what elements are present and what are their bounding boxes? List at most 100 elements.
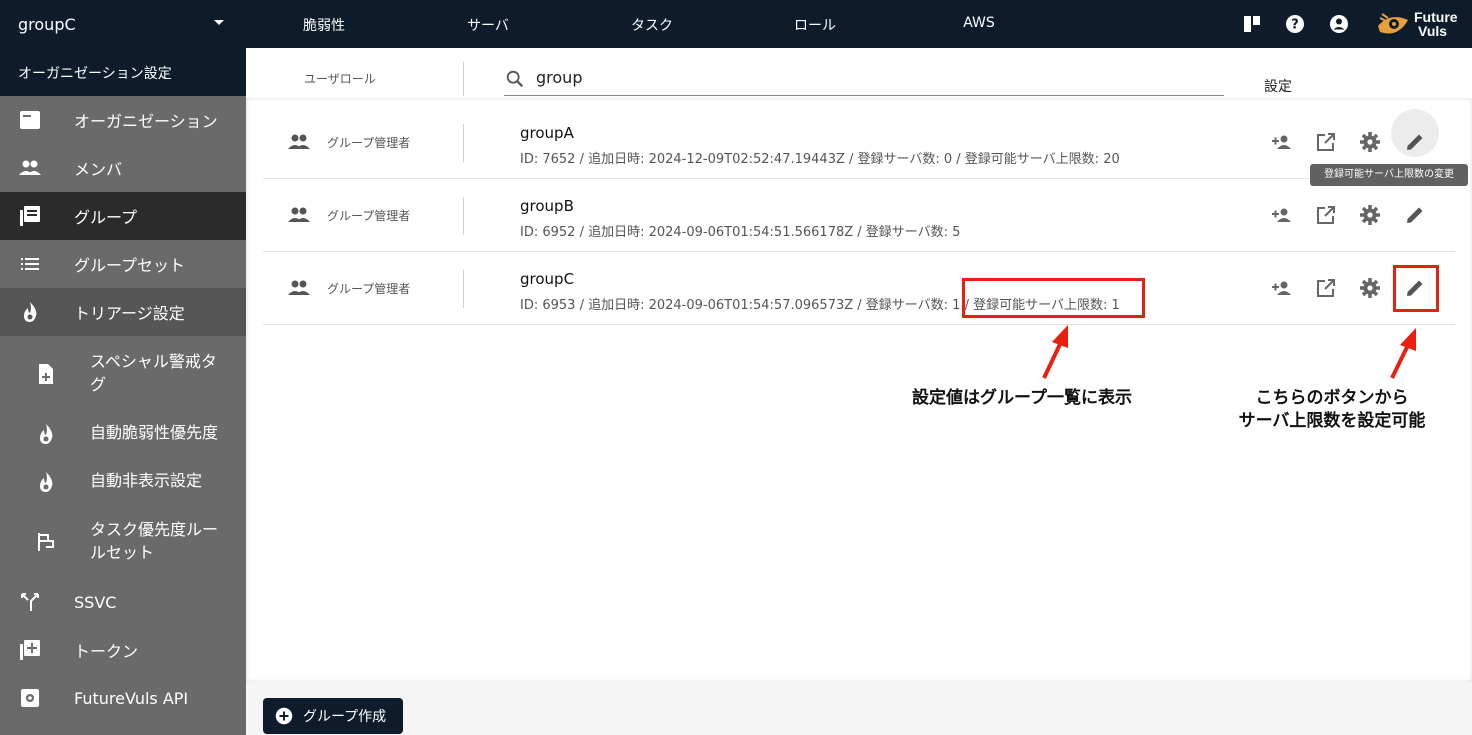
people-icon [19, 160, 41, 175]
nav-roles[interactable]: ロール [755, 15, 875, 35]
search-icon [506, 70, 524, 88]
svg-text:?: ? [1291, 18, 1299, 33]
add-circle-icon [275, 707, 293, 725]
sidebar-subitem-label: スペシャル警戒タグ [90, 352, 217, 394]
flame-icon [24, 302, 37, 322]
table-row: グループ管理者 groupB ID: 6952 / 追加日時: 2024-09-… [263, 179, 1455, 252]
open-in-new-icon[interactable] [1314, 276, 1338, 300]
nav-tasks[interactable]: タスク [592, 15, 712, 35]
sidebar-item-label: SSVC [74, 592, 117, 612]
open-in-new-icon[interactable] [1314, 130, 1338, 154]
group-meta: ID: 6952 / 追加日時: 2024-09-06T01:54:51.566… [520, 225, 961, 240]
logo-text-2: Vuls [1418, 23, 1448, 39]
sidebar-subitem-task-priority-rules[interactable]: タスク優先度ルールセット [0, 518, 246, 568]
sidebar-item-group-sets[interactable]: グループセット [0, 240, 246, 288]
column-user-role: ユーザロール [304, 72, 376, 86]
add-person-icon[interactable] [1270, 276, 1294, 300]
user-role-label: グループ管理者 [327, 209, 411, 223]
sidebar-header: オーガニゼーション設定 [0, 48, 246, 96]
bottom-bar [246, 682, 1472, 735]
search-input[interactable] [536, 68, 1136, 87]
pencil-icon[interactable] [1403, 203, 1427, 227]
add-box-icon [20, 640, 40, 660]
table-row: グループ管理者 groupC ID: 6953 / 追加日時: 2024-09-… [263, 252, 1455, 325]
board-icon[interactable] [1240, 12, 1264, 36]
divider [463, 270, 464, 308]
group-name[interactable]: groupB [520, 197, 574, 215]
sidebar-subitem-label: 自動非表示設定 [90, 471, 203, 490]
user-role-label: グループ管理者 [327, 282, 411, 296]
annotation-right-line2: サーバ上限数を設定可能 [1238, 411, 1426, 431]
people-icon [288, 280, 310, 295]
divider [463, 197, 464, 235]
flame-icon [40, 472, 53, 492]
sidebar: オーガニゼーション設定 オーガニゼーション メンバ グループ グループセット ト… [0, 48, 246, 735]
add-person-icon[interactable] [1270, 130, 1294, 154]
sidebar-item-ssvc[interactable]: SSVC [0, 578, 246, 626]
sidebar-item-label: トークン [74, 642, 139, 661]
list-icon [21, 258, 39, 270]
column-header: ユーザロール 設定 [246, 48, 1472, 98]
sidebar-subitem-auto-priority[interactable]: 自動脆弱性優先度 [0, 420, 246, 450]
sidebar-item-label: オーガニゼーション [74, 112, 218, 131]
account-icon[interactable] [1327, 12, 1351, 36]
sidebar-subitem-auto-hide[interactable]: 自動非表示設定 [0, 468, 246, 498]
divider [463, 124, 464, 162]
nav-servers[interactable]: サーバ [428, 15, 548, 35]
group-name[interactable]: groupA [520, 124, 574, 142]
sidebar-item-groups[interactable]: グループ [0, 192, 246, 240]
sidebar-item-label: トリアージ設定 [74, 304, 185, 323]
people-icon [288, 134, 310, 149]
sidebar-item-members[interactable]: メンバ [0, 144, 246, 192]
flag-tree-icon [38, 533, 54, 551]
sidebar-subitem-label: タスク優先度ルールセット [90, 520, 219, 562]
gear-icon[interactable] [1358, 130, 1382, 154]
people-icon [288, 207, 310, 222]
sidebar-item-organization[interactable]: オーガニゼーション [0, 96, 246, 144]
annotation-right: こちらのボタンから サーバ上限数を設定可能 [1218, 387, 1446, 433]
sidebar-subitem-label: 自動脆弱性優先度 [90, 423, 219, 442]
eye-logo-icon [1378, 13, 1408, 34]
add-person-icon[interactable] [1270, 203, 1294, 227]
create-group-button[interactable]: グループ作成 [263, 698, 403, 734]
open-in-new-icon[interactable] [1314, 203, 1338, 227]
gear-icon[interactable] [1358, 276, 1382, 300]
nav-aws[interactable]: AWS [919, 15, 1039, 31]
user-role-label: グループ管理者 [327, 136, 411, 150]
top-bar: groupC 脆弱性 サーバ タスク ロール AWS ? Future Vuls [0, 0, 1472, 48]
logo-text-1: Future [1414, 9, 1458, 25]
search-field[interactable] [504, 64, 1224, 96]
file-plus-icon [39, 364, 53, 384]
pencil-icon[interactable] [1403, 130, 1427, 154]
sidebar-item-api[interactable]: FutureVuls API [0, 674, 246, 722]
annotation-left: 設定値はグループ一覧に表示 [912, 388, 1132, 408]
api-gear-icon [21, 689, 39, 707]
column-settings: 設定 [1264, 79, 1292, 95]
sidebar-item-tokens[interactable]: トークン [0, 626, 246, 674]
organization-icon [20, 111, 40, 129]
help-icon[interactable]: ? [1283, 12, 1307, 36]
chevron-down-icon [214, 20, 224, 25]
nav-vulnerability[interactable]: 脆弱性 [264, 15, 384, 35]
highlight-box [1393, 265, 1439, 312]
org-selector[interactable]: groupC [0, 0, 246, 48]
group-meta: ID: 7652 / 追加日時: 2024-12-09T02:52:47.194… [520, 152, 1120, 167]
sidebar-item-triage[interactable]: トリアージ設定 [0, 288, 246, 336]
gear-icon[interactable] [1358, 203, 1382, 227]
org-name: groupC [18, 14, 76, 34]
sidebar-item-label: グループセット [74, 256, 186, 275]
fork-icon [21, 593, 39, 611]
sidebar-item-label: FutureVuls API [74, 688, 189, 708]
flame-icon [40, 424, 53, 444]
sidebar-item-label: グループ [74, 208, 138, 227]
annotation-right-line1: こちらのボタンから [1255, 388, 1409, 408]
sidebar-item-label: メンバ [74, 160, 123, 179]
highlight-box [962, 278, 1145, 318]
divider [463, 62, 464, 96]
sidebar-subitem-special-tag[interactable]: スペシャル警戒タグ [0, 350, 246, 400]
create-group-label: グループ作成 [303, 709, 387, 725]
group-library-icon [20, 206, 40, 226]
top-nav: 脆弱性 サーバ タスク ロール AWS [246, 0, 1146, 48]
futurevuls-logo: Future Vuls [1376, 8, 1468, 42]
group-name[interactable]: groupC [520, 270, 574, 288]
